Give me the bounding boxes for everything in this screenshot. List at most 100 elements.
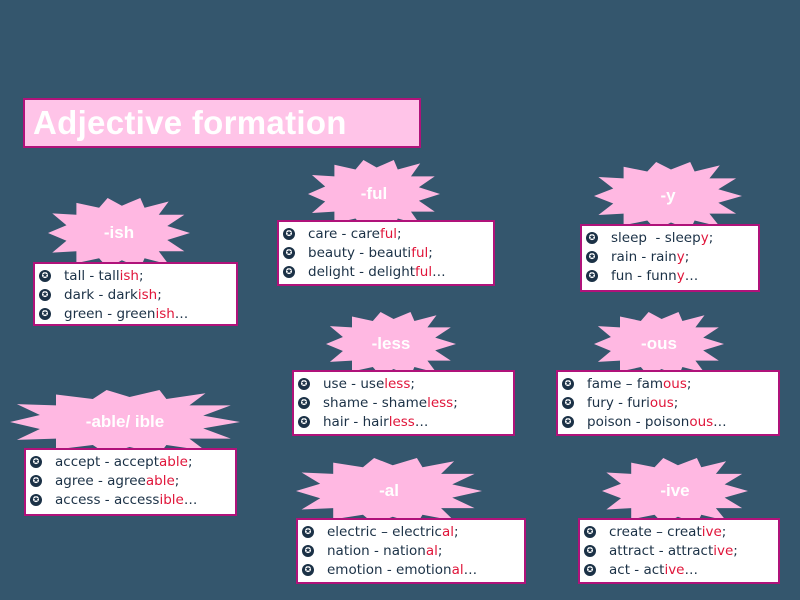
list-item: ✪ agree - agree able; bbox=[30, 471, 231, 490]
punct: ; bbox=[733, 542, 738, 559]
star-label: -less bbox=[371, 334, 411, 353]
list-item: ✪ fun - funn y… bbox=[586, 266, 754, 285]
example-box-ful: ✪ care - care ful; ✪ beauty - beauti ful; ✪ d… bbox=[277, 220, 495, 286]
list-item: ✪ beauty - beauti ful; bbox=[283, 243, 489, 262]
star-bullet-icon: ✪ bbox=[586, 269, 598, 282]
list-item: ✪ poison - poison ous… bbox=[562, 412, 774, 431]
list-item: ✪ sleep - sleep y; bbox=[586, 228, 754, 247]
star-bullet-icon: ✪ bbox=[562, 396, 574, 409]
example-box-able: ✪ accept - accept able; ✪ agree - agree able… bbox=[24, 448, 237, 516]
base-word: delight - delight bbox=[308, 263, 416, 280]
punct: ; bbox=[453, 523, 459, 540]
list-item: ✪ nation - nation al; bbox=[302, 541, 520, 560]
star-bullet-icon: ✪ bbox=[584, 544, 596, 557]
suffix: ish bbox=[137, 286, 158, 303]
example-box-ous: ✪ fame – fam ous; ✪ fury - furi ous; ✪ poison… bbox=[556, 370, 780, 436]
list-item: ✪ use - use less; bbox=[298, 374, 509, 393]
punct: … bbox=[684, 561, 698, 578]
base-word: use - use bbox=[323, 375, 385, 392]
star-bullet-icon: ✪ bbox=[586, 231, 598, 244]
base-word: attract - attract bbox=[609, 542, 714, 559]
suffix: ive bbox=[713, 542, 734, 559]
punct: ; bbox=[673, 394, 679, 411]
star-bullet-icon: ✪ bbox=[30, 455, 42, 468]
punct: ; bbox=[708, 229, 714, 246]
star-bullet-icon: ✪ bbox=[298, 377, 310, 390]
suffix: y bbox=[676, 248, 685, 265]
suffix: ish bbox=[155, 305, 175, 322]
base-word: poison - poison bbox=[587, 413, 690, 430]
star-al: -al bbox=[296, 458, 482, 524]
list-item: ✪ create – creat ive; bbox=[584, 522, 774, 541]
list-item: ✪ attract - attract ive; bbox=[584, 541, 774, 560]
star-label: -y bbox=[660, 186, 676, 205]
star-bullet-icon: ✪ bbox=[584, 563, 596, 576]
suffix: less bbox=[388, 413, 415, 430]
star-bullet-icon: ✪ bbox=[302, 525, 314, 538]
star-bullet-icon: ✪ bbox=[39, 288, 51, 301]
list-item: ✪ dark - dark ish; bbox=[39, 285, 232, 304]
example-box-ish: ✪ tall - tall ish; ✪ dark - dark ish; ✪ green… bbox=[33, 262, 238, 326]
suffix: ous bbox=[649, 394, 674, 411]
page-title: Adjective formation bbox=[33, 104, 347, 141]
example-box-al: ✪ electric – electric al; ✪ nation - nation… bbox=[296, 518, 526, 584]
star-bullet-icon: ✪ bbox=[584, 525, 596, 538]
punct: … bbox=[463, 561, 478, 578]
star-label: -ish bbox=[103, 223, 135, 242]
base-word: sleep - sleep bbox=[611, 229, 701, 246]
list-item: ✪ hair - hair less… bbox=[298, 412, 509, 431]
list-item: ✪ tall - tall ish; bbox=[39, 266, 232, 285]
suffix: al bbox=[441, 523, 454, 540]
base-word: create – creat bbox=[609, 523, 702, 540]
punct: … bbox=[713, 413, 727, 430]
base-word: electric – electric bbox=[327, 523, 442, 540]
star-bullet-icon: ✪ bbox=[586, 250, 598, 263]
base-word: accept - accept bbox=[55, 453, 160, 470]
suffix: less bbox=[384, 375, 411, 392]
base-word: beauty - beauti bbox=[308, 244, 412, 261]
star-bullet-icon: ✪ bbox=[39, 269, 51, 282]
suffix: al bbox=[425, 542, 438, 559]
base-word: shame - shame bbox=[323, 394, 428, 411]
list-item: ✪ fury - furi ous; bbox=[562, 393, 774, 412]
star-bullet-icon: ✪ bbox=[283, 227, 295, 240]
suffix: ful bbox=[379, 225, 398, 242]
star-y: -y bbox=[594, 162, 742, 230]
base-word: fun - funn bbox=[611, 267, 677, 284]
star-ive: -ive bbox=[602, 458, 748, 524]
star-ful: -ful bbox=[308, 160, 440, 228]
star-bullet-icon: ✪ bbox=[298, 396, 310, 409]
list-item: ✪ care - care ful; bbox=[283, 224, 489, 243]
punct: ; bbox=[453, 394, 458, 411]
star-ish: -ish bbox=[48, 198, 190, 268]
suffix: ful bbox=[415, 263, 433, 280]
punct: ; bbox=[397, 225, 402, 242]
star-bullet-icon: ✪ bbox=[562, 415, 574, 428]
suffix: less bbox=[427, 394, 454, 411]
suffix: ish bbox=[119, 267, 139, 284]
base-word: fury - furi bbox=[587, 394, 650, 411]
star-label: -al bbox=[379, 481, 399, 500]
suffix: ful bbox=[411, 244, 429, 261]
list-item: ✪ electric – electric al; bbox=[302, 522, 520, 541]
suffix: ous bbox=[689, 413, 714, 430]
punct: ; bbox=[157, 286, 162, 303]
suffix: ible bbox=[159, 491, 184, 508]
punct: ; bbox=[410, 375, 415, 392]
list-item: ✪ green - green ish… bbox=[39, 304, 232, 323]
list-item: ✪ fame – fam ous; bbox=[562, 374, 774, 393]
base-word: emotion - emotion bbox=[327, 561, 452, 578]
star-able: -able/ ible bbox=[10, 390, 240, 454]
list-item: ✪ access - access ible… bbox=[30, 490, 231, 509]
suffix: y bbox=[700, 229, 709, 246]
star-bullet-icon: ✪ bbox=[302, 563, 314, 576]
base-word: agree - agree bbox=[55, 472, 146, 489]
punct: ; bbox=[721, 523, 727, 540]
punct: ; bbox=[187, 453, 193, 470]
list-item: ✪ act - act ive… bbox=[584, 560, 774, 579]
punct: ; bbox=[684, 248, 690, 265]
star-label: -able/ ible bbox=[85, 412, 165, 431]
punct: ; bbox=[174, 472, 180, 489]
list-item: ✪ emotion - emotion al… bbox=[302, 560, 520, 579]
punct: … bbox=[684, 267, 699, 284]
